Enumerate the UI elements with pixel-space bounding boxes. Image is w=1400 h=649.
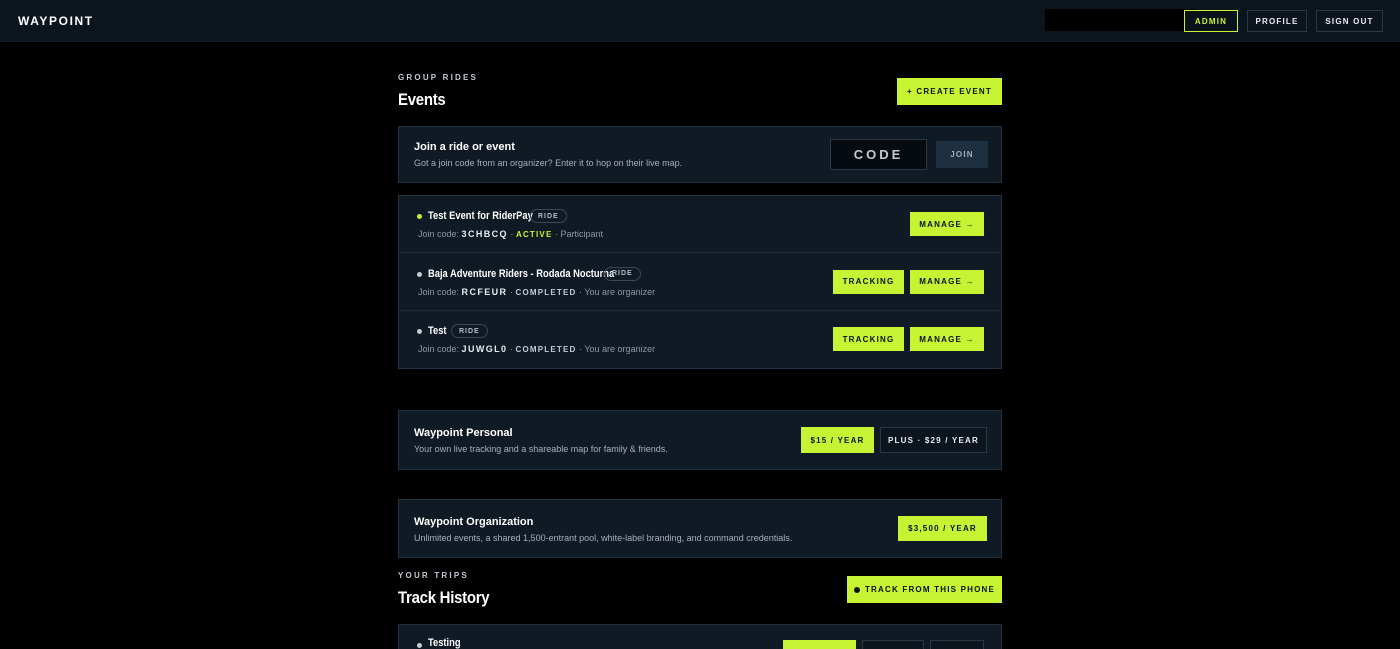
nav-highlight [1045,9,1195,31]
event-row[interactable]: Test RIDE Join code: JUWGL0 · COMPLETED … [399,311,1001,368]
join-code-label: Join code: [418,286,460,297]
event-role: You are organizer [584,344,656,354]
sign-out-button[interactable]: SIGN OUT [1316,10,1383,32]
join-code-value: RCFEUR [461,286,508,297]
event-dot-icon [417,214,422,219]
trips-kicker: YOUR TRIPS [398,571,469,580]
join-code-label: Join code: [418,344,460,354]
create-event-button[interactable]: + CREATE EVENT [897,78,1002,105]
event-dot-icon [417,329,422,334]
trip-tertiary-button[interactable] [930,640,984,649]
org-plan-subtitle: Unlimited events, a shared 1,500-entrant… [414,533,793,543]
manage-button[interactable]: MANAGE → [910,212,984,236]
event-meta: Join code: JUWGL0 · COMPLETED · You are … [418,344,656,354]
org-plan-title: Waypoint Organization [414,516,534,528]
personal-plus-button[interactable]: PLUS · $29 / YEAR [880,427,987,453]
trip-action-button[interactable] [783,640,856,649]
event-type-badge: RIDE [530,209,567,223]
status-badge: COMPLETED [515,345,577,354]
event-meta: Join code: RCFEUR · COMPLETED · You are … [418,286,656,297]
events-list: Test Event for RiderPay RIDE Join code: … [398,195,1002,369]
event-type-badge: RIDE [604,266,641,281]
event-type-badge: RIDE [451,324,488,338]
personal-plan-card: Waypoint Personal Your own live tracking… [398,410,1002,470]
join-button[interactable]: JOIN [936,141,988,168]
brand-logo[interactable]: WAYPOINT [18,14,94,28]
status-badge: ACTIVE [515,230,553,239]
event-row[interactable]: Test Event for RiderPay RIDE Join code: … [399,196,1001,253]
track-from-phone-button[interactable]: TRACK FROM THIS PHONE [847,576,1002,603]
top-bar: WAYPOINT ADMIN PROFILE SIGN OUT [0,0,1400,42]
event-role: Participant [560,229,604,239]
admin-button[interactable]: ADMIN [1184,10,1238,32]
join-code-value: 3CHBCQ [461,229,508,239]
event-name[interactable]: Baja Adventure Riders - Rodada Nocturna [428,268,614,280]
trip-secondary-button[interactable] [862,640,924,649]
org-price-button[interactable]: $3,500 / YEAR [898,516,987,541]
tracking-button[interactable]: TRACKING [833,327,904,351]
trip-name: Testing [428,637,461,649]
record-dot-icon [853,586,860,593]
personal-plan-title: Waypoint Personal [414,427,513,439]
manage-button[interactable]: MANAGE → [910,327,984,351]
trip-row[interactable]: Testing [399,625,1001,649]
join-title: Join a ride or event [414,141,515,153]
trips-title: Track History [398,588,490,607]
event-dot-icon [417,271,422,277]
join-code-value: JUWGL0 [461,344,508,354]
personal-plan-subtitle: Your own live tracking and a shareable m… [414,444,668,454]
track-from-phone-label: TRACK FROM THIS PHONE [864,585,996,594]
join-code-label: Join code: [418,229,460,239]
org-plan-card: Waypoint Organization Unlimited events, … [398,499,1002,558]
event-role: You are organizer [584,286,656,297]
event-name[interactable]: Test Event for RiderPay [428,210,533,222]
event-meta: Join code: 3CHBCQ · ACTIVE · Participant [418,229,604,239]
join-subtitle: Got a join code from an organizer? Enter… [414,158,683,168]
events-kicker: GROUP RIDES [398,73,479,82]
join-card: Join a ride or event Got a join code fro… [398,126,1002,183]
event-name[interactable]: Test [428,325,447,337]
join-code-input[interactable] [830,139,927,170]
trip-dot-icon [417,643,422,648]
event-row[interactable]: Baja Adventure Riders - Rodada Nocturna … [399,254,1001,311]
events-title: Events [398,90,446,109]
trips-card: Testing [398,624,1002,649]
status-badge: COMPLETED [515,287,577,297]
profile-button[interactable]: PROFILE [1247,10,1307,32]
personal-price-button[interactable]: $15 / YEAR [801,427,874,453]
tracking-button[interactable]: TRACKING [833,269,904,294]
manage-button[interactable]: MANAGE → [910,269,984,294]
